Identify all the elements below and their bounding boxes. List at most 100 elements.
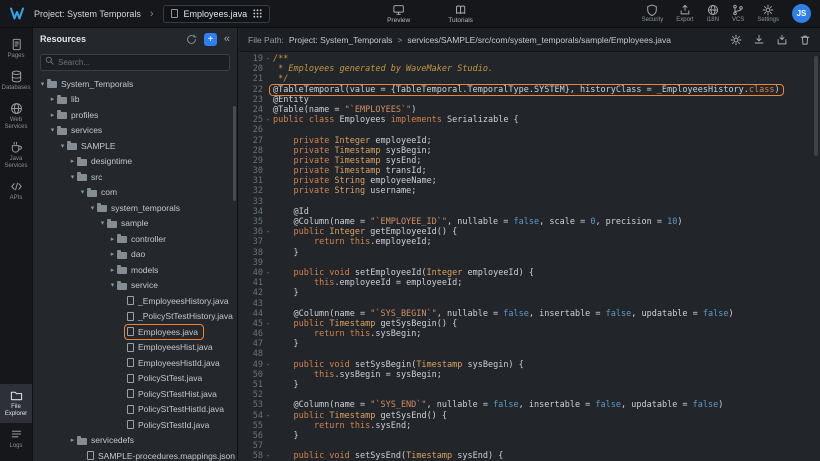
tree-item-folder[interactable]: ▸dao (33, 247, 237, 263)
chevron-down-icon[interactable]: ▾ (58, 142, 67, 150)
tree-item-file[interactable]: SAMPLE-procedures.mappings.json (33, 448, 237, 461)
code-line[interactable]: 46 return this.sysBegin; (239, 329, 820, 339)
tree-item-file[interactable]: EmployeesHist.java (33, 340, 237, 356)
import-icon[interactable] (776, 34, 788, 46)
delete-icon[interactable] (799, 34, 811, 46)
apps-grid-icon[interactable] (253, 9, 262, 18)
search-input[interactable] (40, 54, 230, 71)
code-line[interactable]: 49- public void setSysBegin(Timestamp sy… (239, 360, 820, 370)
sidebar-item-databases[interactable]: Databases (0, 65, 32, 97)
collapse-panel-icon[interactable]: « (224, 33, 230, 45)
chevron-down-icon[interactable]: ▾ (108, 281, 117, 289)
code-line[interactable]: 26 (239, 125, 820, 135)
chevron-right-icon[interactable]: ▸ (108, 235, 117, 243)
project-name[interactable]: Project: System Temporals (34, 9, 141, 19)
tree-item-folder[interactable]: ▾service (33, 278, 237, 294)
avatar[interactable]: JS (792, 4, 811, 23)
code-line[interactable]: 54- public Timestamp getSysEnd() { (239, 411, 820, 421)
code-line[interactable]: 47 } (239, 339, 820, 349)
chevron-down-icon[interactable]: ▾ (38, 80, 47, 88)
sidebar-item-logs[interactable]: Logs (0, 423, 32, 455)
code-line[interactable]: 32 private String username; (239, 186, 820, 196)
chevron-down-icon[interactable]: ▾ (88, 204, 97, 212)
sidebar-item-java-services[interactable]: Java Services (0, 136, 32, 175)
code-line[interactable]: 24@Table(name = "`EMPLOYEES`") (239, 105, 820, 115)
tree-item-file[interactable]: EmployeesHistId.java (33, 355, 237, 371)
chevron-right-icon[interactable]: ▸ (48, 111, 57, 119)
chevron-down-icon[interactable]: ▾ (48, 126, 57, 134)
tree-item-folder[interactable]: ▸models (33, 262, 237, 278)
code-line[interactable]: 42 } (239, 288, 820, 298)
tree-item-folder[interactable]: ▸controller (33, 231, 237, 247)
settings-button[interactable]: Settings (757, 4, 779, 23)
chevron-right-icon[interactable]: ▸ (48, 95, 57, 103)
chevron-down-icon[interactable]: ▾ (68, 173, 77, 181)
code-line[interactable]: 40- public void setEmployeeId(Integer em… (239, 268, 820, 278)
sidebar-item-pages[interactable]: Pages (0, 33, 32, 65)
chevron-down-icon[interactable]: ▾ (78, 188, 87, 196)
chevron-down-icon[interactable]: ▾ (98, 219, 107, 227)
code-line[interactable]: 43 (239, 299, 820, 309)
code-line[interactable]: 58- public void setSysEnd(Timestamp sysE… (239, 451, 820, 461)
tree-item-folder[interactable]: ▾SAMPLE (33, 138, 237, 154)
sidebar-item-apis[interactable]: APIs (0, 175, 32, 207)
tree-item-file[interactable]: PolicyStTestHist.java (33, 386, 237, 402)
code-line[interactable]: 23@Entity (239, 95, 820, 105)
security-button[interactable]: Security (642, 4, 664, 23)
code-line[interactable]: 22@TableTemporal(value = {TableTemporal.… (239, 85, 820, 95)
file-settings-gear-icon[interactable] (730, 34, 742, 46)
code-line[interactable]: 31 private String employeeName; (239, 176, 820, 186)
fold-marker[interactable]: - (263, 227, 273, 237)
wavemaker-logo[interactable] (9, 6, 25, 21)
tree-item-file[interactable]: PolicyStTestHistId.java (33, 402, 237, 418)
code-line[interactable]: 19-/** (239, 54, 820, 64)
code-line[interactable]: 29 private Timestamp sysEnd; (239, 156, 820, 166)
code-line[interactable]: 45- public Timestamp getSysBegin() { (239, 319, 820, 329)
tree-item-folder[interactable]: ▾services (33, 123, 237, 139)
code-line[interactable]: 53 @Column(name = "`SYS_END`", nullable … (239, 400, 820, 410)
code-line[interactable]: 33 (239, 197, 820, 207)
sidebar-item-file-explorer[interactable]: File Explorer (0, 384, 32, 423)
code-line[interactable]: 25-public class Employees implements Ser… (239, 115, 820, 125)
tree-item-file[interactable]: PolicyStTest.java (33, 371, 237, 387)
code-line[interactable]: 27 private Integer employeeId; (239, 136, 820, 146)
chevron-right-icon[interactable]: ▸ (108, 250, 117, 258)
code-line[interactable]: 20 * Employees generated by WaveMaker St… (239, 64, 820, 74)
tree-item-folder[interactable]: ▸servicedefs (33, 433, 237, 449)
code-line[interactable]: 57 (239, 441, 820, 451)
tree-item-folder[interactable]: ▾System_Temporals (33, 76, 237, 92)
tree-item-folder[interactable]: ▾com (33, 185, 237, 201)
resources-scrollbar[interactable] (233, 106, 236, 201)
fold-marker[interactable]: - (263, 268, 273, 278)
code-line[interactable]: 30 private Timestamp transId; (239, 166, 820, 176)
code-line[interactable]: 50 this.sysBegin = sysBegin; (239, 370, 820, 380)
vcs-button[interactable]: VCS (732, 4, 744, 23)
fold-marker[interactable]: - (263, 115, 273, 125)
tutorials-button[interactable]: Tutorials (448, 4, 473, 24)
refresh-icon[interactable] (186, 34, 197, 45)
tree-item-folder[interactable]: ▸lib (33, 92, 237, 108)
i18n-button[interactable]: i18N (707, 4, 719, 23)
sidebar-item-web-services[interactable]: Web Services (0, 97, 32, 136)
file-tab[interactable]: Employees.java (163, 5, 271, 23)
tree-item-file[interactable]: _PolicyStTestHistory.java (33, 309, 237, 325)
code-line[interactable]: 39 (239, 258, 820, 268)
code-line[interactable]: 51 } (239, 380, 820, 390)
export-button[interactable]: Export (676, 4, 693, 23)
download-icon[interactable] (753, 34, 765, 46)
editor-scrollbar[interactable] (814, 56, 818, 156)
chevron-right-icon[interactable]: ▸ (108, 266, 117, 274)
fold-marker[interactable]: - (263, 319, 273, 329)
code-line[interactable]: 38 } (239, 248, 820, 258)
fold-marker[interactable]: - (263, 451, 273, 461)
code-line[interactable]: 28 private Timestamp sysBegin; (239, 146, 820, 156)
code-line[interactable]: 44 @Column(name = "`SYS_BEGIN`", nullabl… (239, 309, 820, 319)
code-line[interactable]: 41 this.employeeId = employeeId; (239, 278, 820, 288)
code-line[interactable]: 34 @Id (239, 207, 820, 217)
tree-item-folder[interactable]: ▸designtime (33, 154, 237, 170)
tree-item-folder[interactable]: ▾sample (33, 216, 237, 232)
chevron-right-icon[interactable]: ▸ (68, 436, 77, 444)
code-line[interactable]: 55 return this.sysEnd; (239, 421, 820, 431)
chevron-right-icon[interactable]: ▸ (68, 157, 77, 165)
tree-item-file[interactable]: Employees.java (33, 324, 237, 340)
